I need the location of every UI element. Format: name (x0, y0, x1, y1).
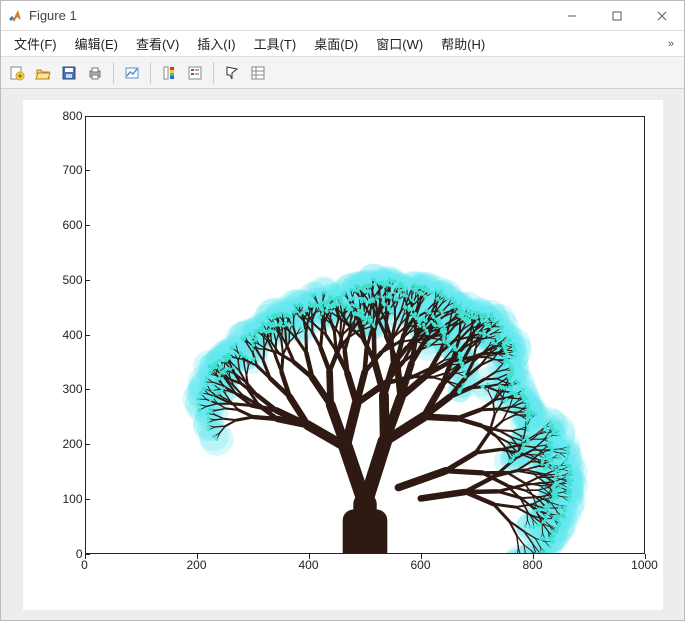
xtick-mark (197, 554, 198, 559)
xtick-mark (421, 554, 422, 559)
window-title: Figure 1 (29, 8, 549, 23)
matlab-icon (7, 8, 23, 24)
menu-edit[interactable]: 编辑(E) (66, 31, 127, 56)
ytick-label: 400 (43, 328, 83, 342)
menu-help[interactable]: 帮助(H) (432, 31, 494, 56)
link-data-button[interactable] (120, 61, 144, 85)
ytick-label: 700 (43, 163, 83, 177)
menu-window[interactable]: 窗口(W) (367, 31, 432, 56)
xtick-label: 600 (410, 558, 430, 572)
menubar: 文件(F) 编辑(E) 查看(V) 插入(I) 工具(T) 桌面(D) 窗口(W… (1, 31, 684, 57)
toolbar (1, 57, 684, 89)
maximize-button[interactable] (594, 1, 639, 30)
toolbar-separator (113, 62, 114, 84)
xtick-label: 1000 (631, 558, 658, 572)
ytick-mark (85, 335, 90, 336)
ytick-label: 800 (43, 109, 83, 123)
xtick-label: 800 (522, 558, 542, 572)
xtick-label: 200 (186, 558, 206, 572)
toolbar-separator (150, 62, 151, 84)
xtick-mark (645, 554, 646, 559)
ytick-label: 600 (43, 218, 83, 232)
xtick-label: 400 (298, 558, 318, 572)
ytick-mark (85, 280, 90, 281)
ytick-label: 500 (43, 273, 83, 287)
menu-desktop[interactable]: 桌面(D) (305, 31, 367, 56)
xtick-mark (85, 554, 86, 559)
property-inspector-button[interactable] (246, 61, 270, 85)
menu-tools[interactable]: 工具(T) (245, 31, 306, 56)
ytick-label: 300 (43, 382, 83, 396)
ytick-mark (85, 389, 90, 390)
titlebar: Figure 1 (1, 1, 684, 31)
ytick-label: 0 (43, 547, 83, 561)
figure-window: Figure 1 文件(F) 编辑(E) 查看(V) 插入(I) 工具(T) 桌… (0, 0, 685, 621)
toolbar-separator (213, 62, 214, 84)
xtick-mark (309, 554, 310, 559)
new-figure-button[interactable] (5, 61, 29, 85)
ytick-label: 200 (43, 437, 83, 451)
ytick-mark (85, 116, 90, 117)
xtick-label: 0 (81, 558, 88, 572)
ytick-label: 100 (43, 492, 83, 506)
figure-panel: 0 100 200 300 400 500 600 700 800 0 200 400 600 800 10… (23, 100, 663, 610)
figure-content: 0 100 200 300 400 500 600 700 800 0 200 400 600 800 10… (1, 89, 684, 620)
edit-plot-button[interactable] (220, 61, 244, 85)
menu-overflow-icon[interactable]: » (662, 38, 680, 50)
ytick-mark (85, 444, 90, 445)
close-button[interactable] (639, 1, 684, 30)
print-button[interactable] (83, 61, 107, 85)
xtick-mark (533, 554, 534, 559)
menu-file[interactable]: 文件(F) (5, 31, 66, 56)
window-buttons (549, 1, 684, 30)
axes[interactable] (85, 116, 645, 554)
menu-insert[interactable]: 插入(I) (188, 31, 244, 56)
save-button[interactable] (57, 61, 81, 85)
minimize-button[interactable] (549, 1, 594, 30)
ytick-mark (85, 170, 90, 171)
open-button[interactable] (31, 61, 55, 85)
menu-view[interactable]: 查看(V) (127, 31, 188, 56)
insert-colorbar-button[interactable] (157, 61, 181, 85)
insert-legend-button[interactable] (183, 61, 207, 85)
ytick-mark (85, 225, 90, 226)
ytick-mark (85, 499, 90, 500)
